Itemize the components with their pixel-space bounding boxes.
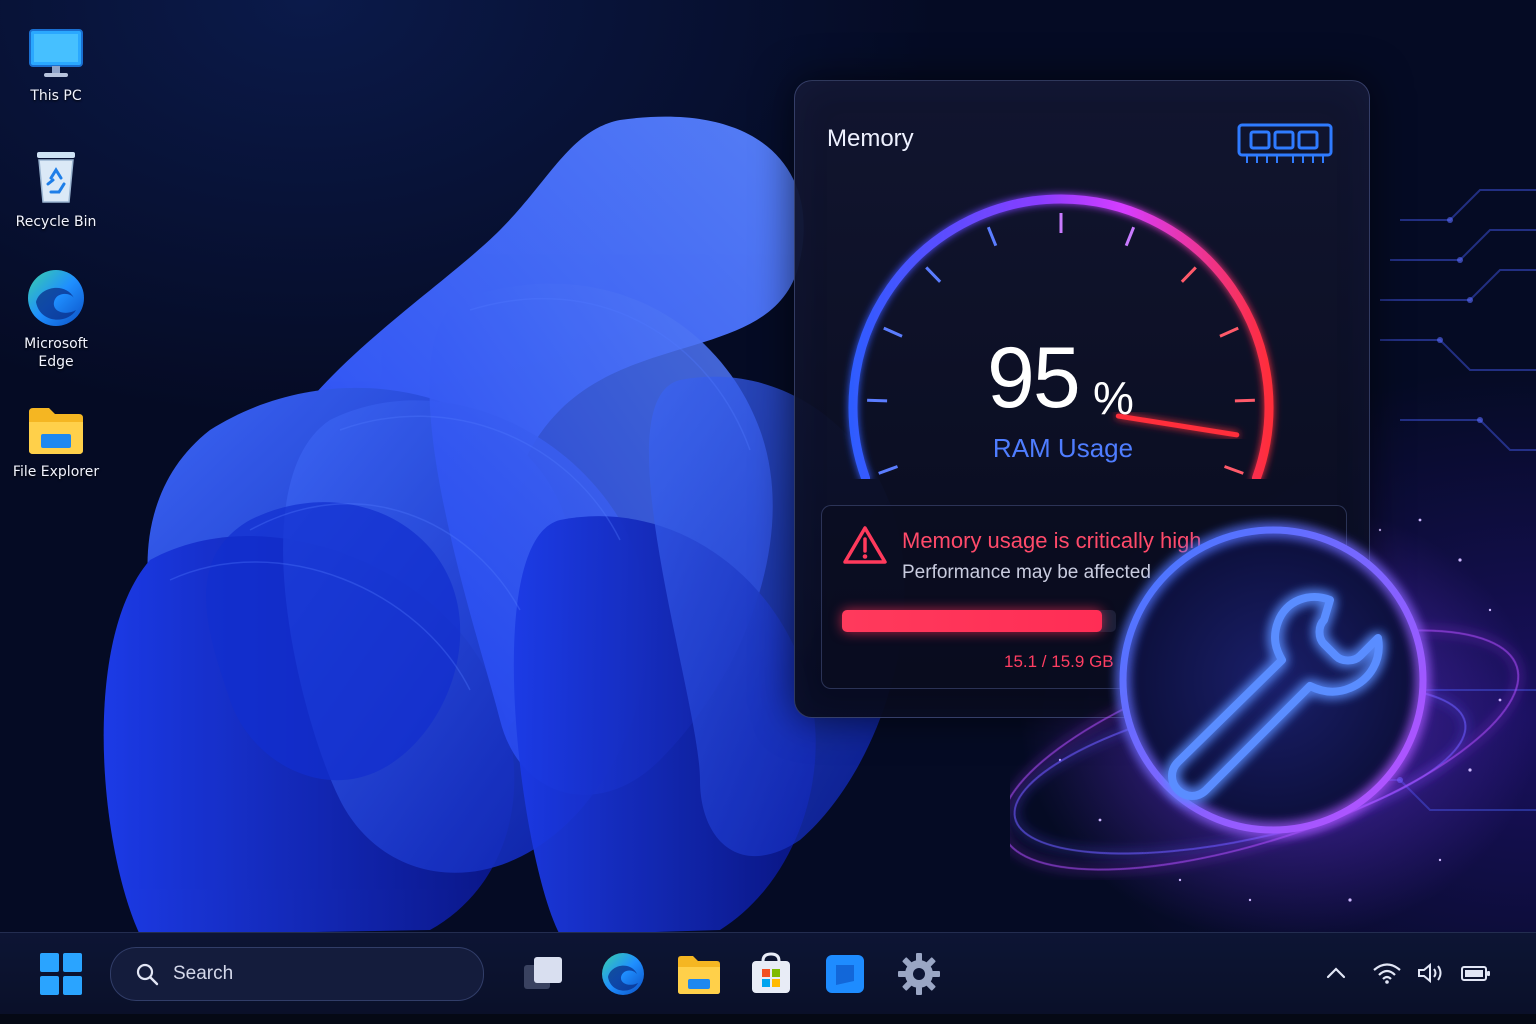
desktop-icon-label: Recycle Bin	[15, 214, 97, 230]
card-title: Memory	[827, 125, 914, 152]
gauge-tick	[1124, 226, 1136, 247]
warning-icon	[843, 526, 887, 564]
ram-percent-value: 95	[987, 330, 1081, 426]
settings-icon[interactable]	[896, 951, 942, 997]
ram-percent-sign: %	[1093, 372, 1134, 424]
gauge-tick	[867, 398, 888, 403]
search-placeholder: Search	[173, 963, 234, 984]
desktop-icon-label: This PC	[30, 88, 82, 104]
folder-icon	[29, 408, 83, 454]
desktop-icon-recycle-bin[interactable]: Recycle Bin	[6, 148, 106, 232]
ram-usage-label: RAM Usage	[992, 433, 1134, 463]
desktop-icon-label-line2: Edge	[38, 354, 74, 370]
edge-icon[interactable]	[600, 951, 646, 997]
start-button[interactable]	[38, 951, 84, 997]
file-explorer-icon[interactable]	[676, 951, 722, 997]
gauge-tick	[1219, 326, 1239, 338]
desktop-icon-label: File Explorer	[12, 464, 100, 480]
gauge-tick	[1180, 266, 1197, 283]
gauge-tick	[986, 226, 998, 247]
search-icon	[136, 963, 159, 986]
ram-module-icon	[1237, 123, 1333, 163]
gauge-tick	[925, 266, 942, 283]
blue-app-icon[interactable]	[822, 951, 868, 997]
task-view-icon[interactable]	[520, 951, 566, 997]
gauge-tick	[1234, 398, 1255, 403]
recycle-bin-icon	[37, 152, 75, 203]
desktop-icon-edge[interactable]: Microsoft Edge	[6, 268, 106, 372]
desktop-icon-label-line1: Microsoft	[24, 336, 88, 352]
gauge-tick	[878, 465, 899, 475]
battery-icon[interactable]	[1460, 961, 1492, 985]
volume-icon[interactable]	[1416, 961, 1446, 985]
wrench-badge[interactable]	[1010, 500, 1536, 880]
edge-icon	[28, 270, 84, 326]
desktop-icon-this-pc[interactable]: This PC	[6, 28, 106, 106]
store-icon[interactable]	[748, 951, 794, 997]
gauge-tick	[883, 326, 903, 338]
gauge-tick	[1223, 465, 1244, 475]
desktop-icon-file-explorer[interactable]: File Explorer	[6, 404, 106, 482]
bottom-edge	[0, 1014, 1536, 1024]
taskbar-search-box[interactable]: Search	[110, 947, 484, 1001]
monitor-icon	[29, 29, 83, 77]
wifi-icon[interactable]	[1372, 961, 1402, 985]
chevron-up-icon[interactable]	[1324, 961, 1348, 985]
taskbar: Search	[0, 932, 1536, 1015]
